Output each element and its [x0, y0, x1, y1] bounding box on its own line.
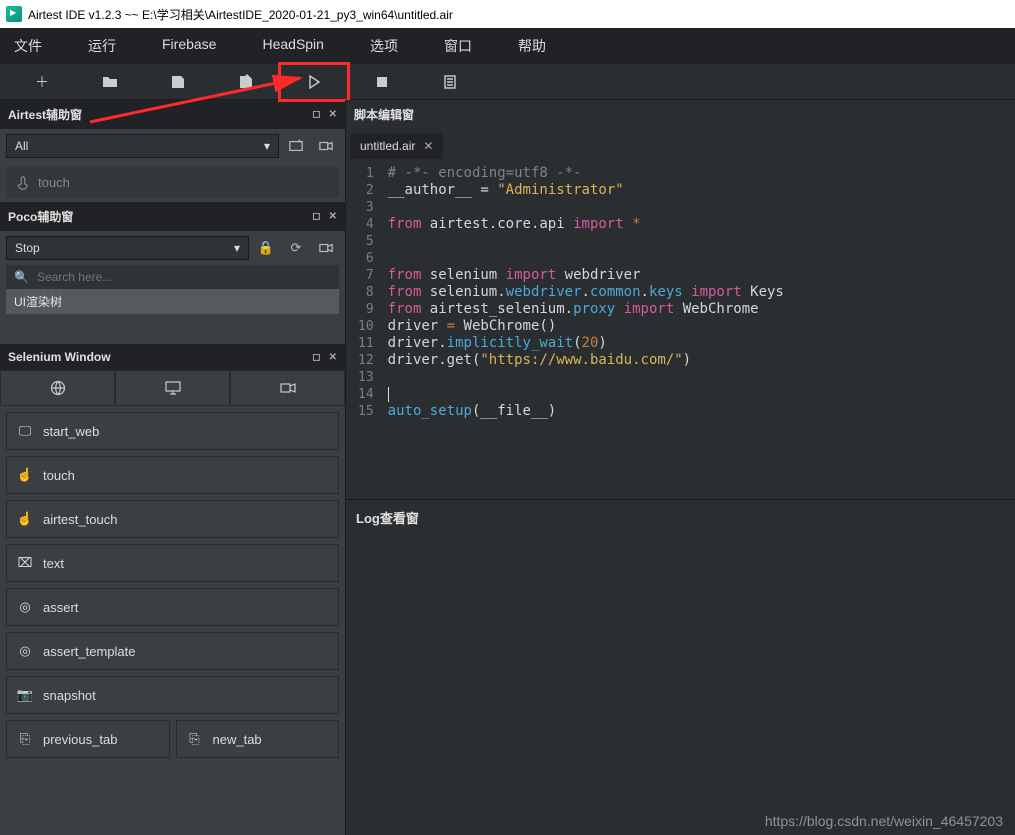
- code-content: # -*- encoding=utf8 -*- __author__ = "Ad…: [380, 159, 792, 499]
- log-panel-body[interactable]: [346, 535, 1015, 835]
- menu-firebase[interactable]: Firebase: [156, 34, 222, 58]
- cmd-touch[interactable]: ☝touch: [6, 456, 339, 494]
- lock-icon[interactable]: 🔒: [253, 235, 279, 261]
- touch-icon: ☝: [17, 511, 33, 527]
- panel-close-icon[interactable]: ✕: [329, 109, 337, 120]
- touch-hint-label: touch: [38, 175, 70, 190]
- menu-help[interactable]: 帮助: [512, 34, 552, 58]
- browser-icon: 🖵: [17, 423, 33, 439]
- panel-float-icon[interactable]: ◻: [312, 352, 320, 363]
- chevron-down-icon: ▾: [234, 241, 240, 255]
- log-panel-title: Log查看窗: [356, 511, 419, 526]
- tab-untitled[interactable]: untitled.air ✕: [350, 133, 443, 159]
- line-gutter: 1 2 3 4 5 6 7 8 9 10 11 12 13 14 15: [346, 159, 380, 499]
- log-panel-header: Log查看窗: [346, 499, 1015, 535]
- panel-close-icon[interactable]: ✕: [329, 211, 337, 222]
- selenium-record-button[interactable]: [230, 370, 345, 406]
- poco-search-row: 🔍: [6, 265, 339, 289]
- panel-float-icon[interactable]: ◻: [312, 109, 320, 120]
- selenium-panel-header: Selenium Window ◻ ✕: [0, 344, 345, 370]
- touch-hint-bar[interactable]: touch: [6, 167, 339, 198]
- text-icon: ⌧: [17, 555, 33, 571]
- window-title: Airtest IDE v1.2.3 ~~ E:\学习相关\AirtestIDE…: [28, 6, 453, 23]
- poco-panel-header: Poco辅助窗 ◻ ✕: [0, 202, 345, 231]
- new-button[interactable]: ＋: [8, 64, 76, 100]
- editor-panel-header: 脚本编辑窗: [346, 100, 1015, 129]
- touch-icon: ☝: [17, 467, 33, 483]
- report-button[interactable]: [416, 64, 484, 100]
- app-icon: [6, 6, 22, 22]
- toolbar: ＋: [0, 64, 1015, 100]
- target-icon: ◎: [17, 643, 33, 659]
- poco-mode-value: Stop: [15, 241, 40, 255]
- menu-bar: 文件 运行 Firebase HeadSpin 选项 窗口 帮助: [0, 28, 1015, 64]
- editor-panel-title: 脚本编辑窗: [354, 106, 414, 123]
- save-as-button[interactable]: [212, 64, 280, 100]
- globe-icon: [50, 380, 66, 396]
- ui-render-tree[interactable]: UI渲染树: [6, 289, 339, 314]
- monitor-icon: [165, 380, 181, 396]
- menu-run[interactable]: 运行: [82, 34, 122, 58]
- cmd-text[interactable]: ⌧text: [6, 544, 339, 582]
- screenshot-icon[interactable]: [283, 133, 309, 159]
- selenium-globe-button[interactable]: [0, 370, 115, 406]
- search-input[interactable]: [37, 270, 331, 284]
- refresh-icon[interactable]: ⟳: [283, 235, 309, 261]
- panel-close-icon[interactable]: ✕: [329, 352, 337, 363]
- touch-icon: [16, 176, 30, 190]
- menu-headspin[interactable]: HeadSpin: [256, 34, 330, 58]
- code-editor[interactable]: 1 2 3 4 5 6 7 8 9 10 11 12 13 14 15 # -*…: [346, 159, 1015, 499]
- menu-window[interactable]: 窗口: [438, 34, 478, 58]
- stop-button[interactable]: [348, 64, 416, 100]
- open-button[interactable]: [76, 64, 144, 100]
- cmd-start-web[interactable]: 🖵start_web: [6, 412, 339, 450]
- window-titlebar: Airtest IDE v1.2.3 ~~ E:\学习相关\AirtestIDE…: [0, 0, 1015, 28]
- tab-label: untitled.air: [360, 139, 415, 153]
- camera-icon: 📷: [17, 687, 33, 703]
- menu-options[interactable]: 选项: [364, 34, 404, 58]
- chevron-down-icon: ▾: [264, 139, 270, 153]
- record-icon[interactable]: [313, 235, 339, 261]
- previous-tab-icon: ⎘: [17, 731, 33, 747]
- airtest-panel-title: Airtest辅助窗: [8, 106, 82, 123]
- cmd-new-tab[interactable]: ⎘new_tab: [176, 720, 340, 758]
- new-tab-icon: ⎘: [187, 731, 203, 747]
- target-icon: ◎: [17, 599, 33, 615]
- watermark: https://blog.csdn.net/weixin_46457203: [765, 813, 1003, 829]
- cmd-previous-tab[interactable]: ⎘previous_tab: [6, 720, 170, 758]
- cmd-assert-template[interactable]: ◎assert_template: [6, 632, 339, 670]
- poco-mode-dropdown[interactable]: Stop ▾: [6, 236, 249, 260]
- airtest-panel-header: Airtest辅助窗 ◻ ✕: [0, 100, 345, 129]
- run-button[interactable]: [280, 64, 348, 100]
- record-icon: [280, 380, 296, 396]
- airtest-filter-value: All: [15, 139, 28, 153]
- cmd-airtest-touch[interactable]: ☝airtest_touch: [6, 500, 339, 538]
- selenium-panel-title: Selenium Window: [8, 350, 111, 364]
- close-icon[interactable]: ✕: [423, 139, 433, 153]
- panel-float-icon[interactable]: ◻: [312, 211, 320, 222]
- tab-strip: untitled.air ✕: [346, 129, 1015, 159]
- record-icon[interactable]: [313, 133, 339, 159]
- save-button[interactable]: [144, 64, 212, 100]
- cmd-assert[interactable]: ◎assert: [6, 588, 339, 626]
- airtest-filter-dropdown[interactable]: All ▾: [6, 134, 279, 158]
- search-icon: 🔍: [14, 270, 29, 284]
- menu-file[interactable]: 文件: [8, 34, 48, 58]
- poco-panel-title: Poco辅助窗: [8, 208, 73, 225]
- selenium-monitor-button[interactable]: [115, 370, 230, 406]
- cmd-snapshot[interactable]: 📷snapshot: [6, 676, 339, 714]
